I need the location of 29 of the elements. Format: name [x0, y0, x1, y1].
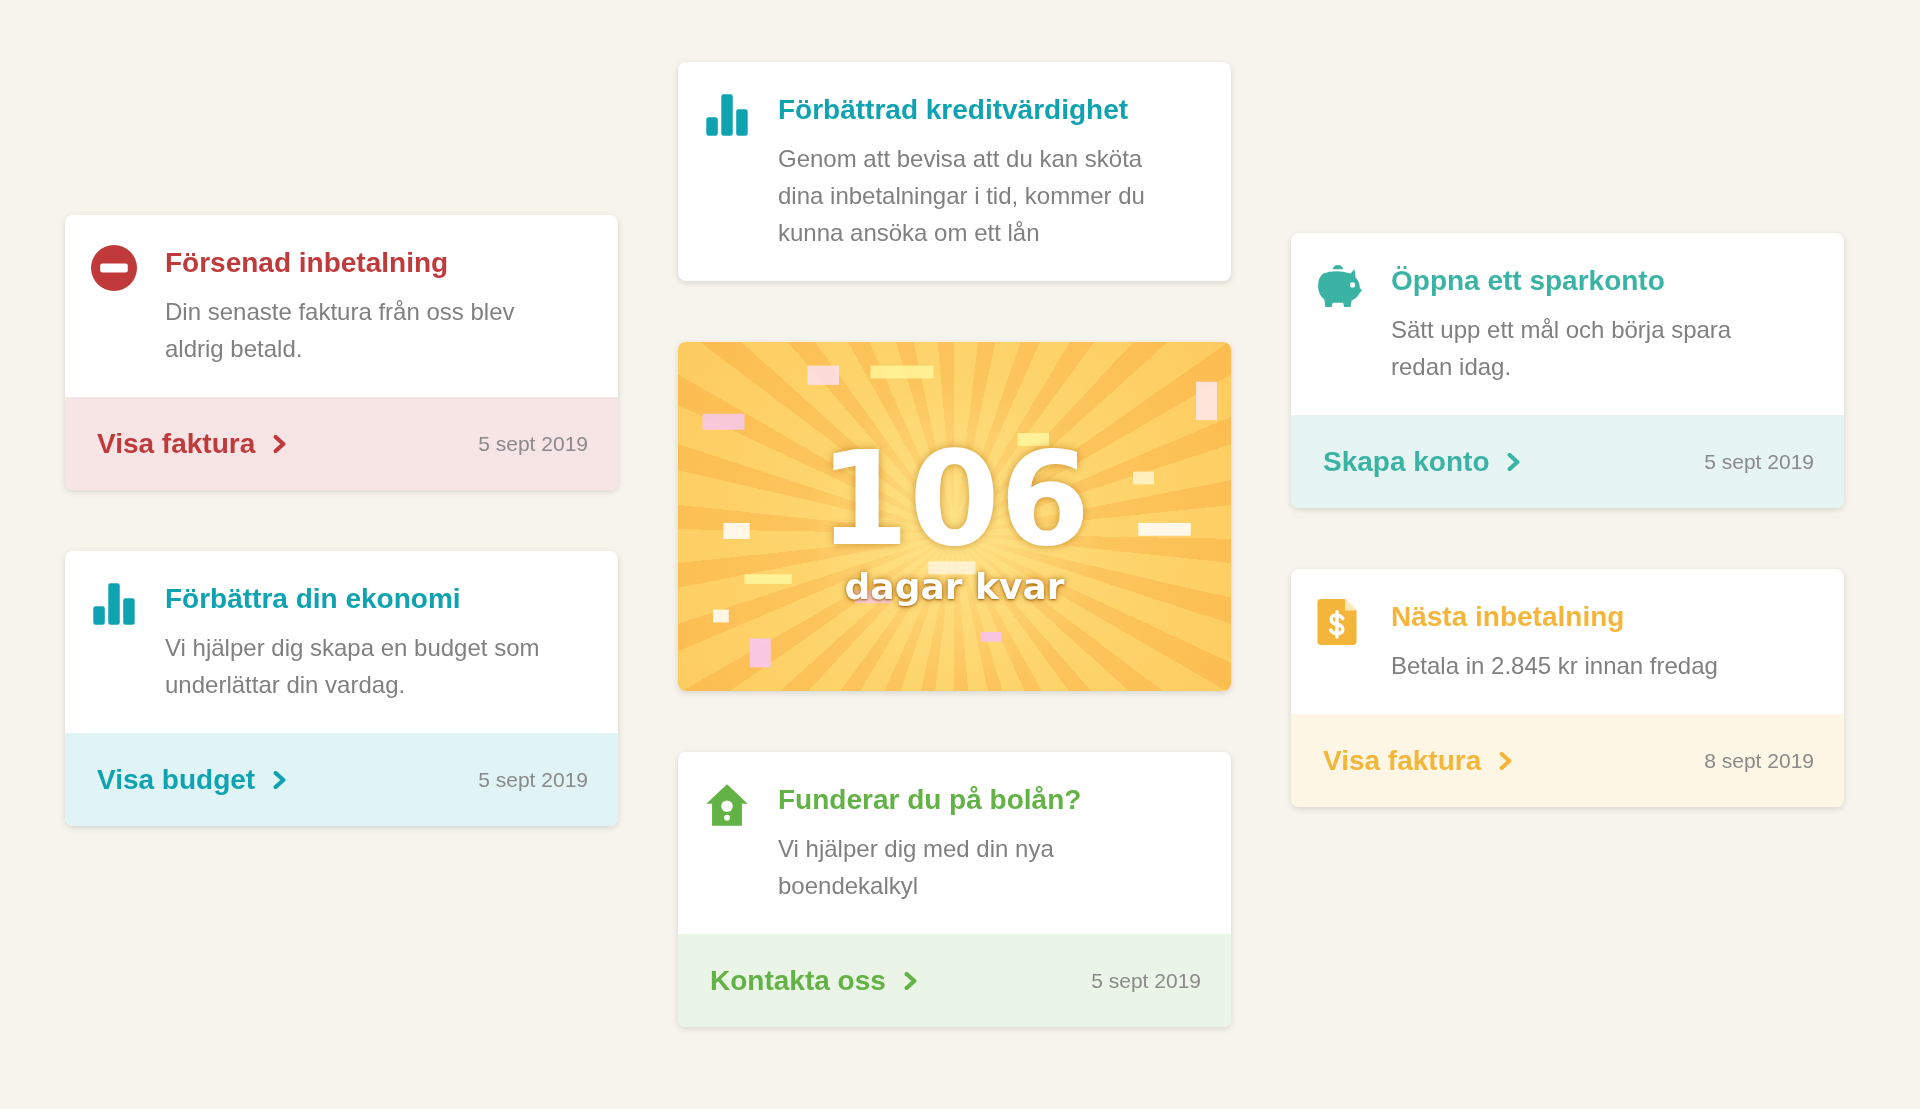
card-link[interactable]: Visa budget	[97, 763, 287, 796]
card-link[interactable]: Skapa konto	[1323, 445, 1521, 478]
card-title: Förbättra din ekonomi	[165, 582, 462, 616]
card-description: Vi hjälper dig med din nya boendekalkyl	[778, 834, 1055, 901]
day-count-caption: dagar kvar	[844, 566, 1065, 607]
card-description: Vi hjälper dig skapa en budget som underlättar din vardag.	[165, 633, 541, 700]
day-count: 106	[818, 434, 1091, 564]
card-date: 5 sept 2019	[478, 767, 588, 792]
chevron-right-icon	[903, 971, 917, 990]
chevron-right-icon	[273, 770, 287, 789]
card-date: 5 sept 2019	[1091, 968, 1201, 993]
chevron-right-icon	[1499, 751, 1513, 770]
card-title: Funderar du på bolån?	[778, 783, 1083, 817]
card-link[interactable]: Visa faktura	[97, 427, 287, 460]
card-title: Försenad inbetalning	[165, 246, 450, 280]
card-date: 5 sept 2019	[1704, 449, 1814, 474]
card-title: Förbättrad kreditvärdighet	[778, 93, 1130, 127]
card-description: Din senaste faktura från oss blev aldrig betald.	[165, 297, 516, 364]
card-date: 5 sept 2019	[478, 431, 588, 456]
card-date: 8 sept 2019	[1704, 748, 1814, 773]
chevron-right-icon	[1507, 452, 1521, 471]
card-title: Öppna ett sparkonto	[1391, 264, 1666, 298]
card-description: Genom att bevisa att du kan sköta dina inbetalningar i tid, kommer du kunna ansöka om ett lån	[778, 144, 1146, 248]
card-link[interactable]: Visa faktura	[1323, 744, 1513, 777]
card-title: Nästa inbetalning	[1391, 600, 1626, 634]
card-description: Sätt upp ett mål och börja spara redan idag.	[1391, 315, 1733, 382]
chevron-right-icon	[273, 434, 287, 453]
card-link[interactable]: Kontakta oss	[710, 964, 917, 997]
card-description: Betala in 2.845 kr innan fredag	[1391, 651, 1718, 681]
